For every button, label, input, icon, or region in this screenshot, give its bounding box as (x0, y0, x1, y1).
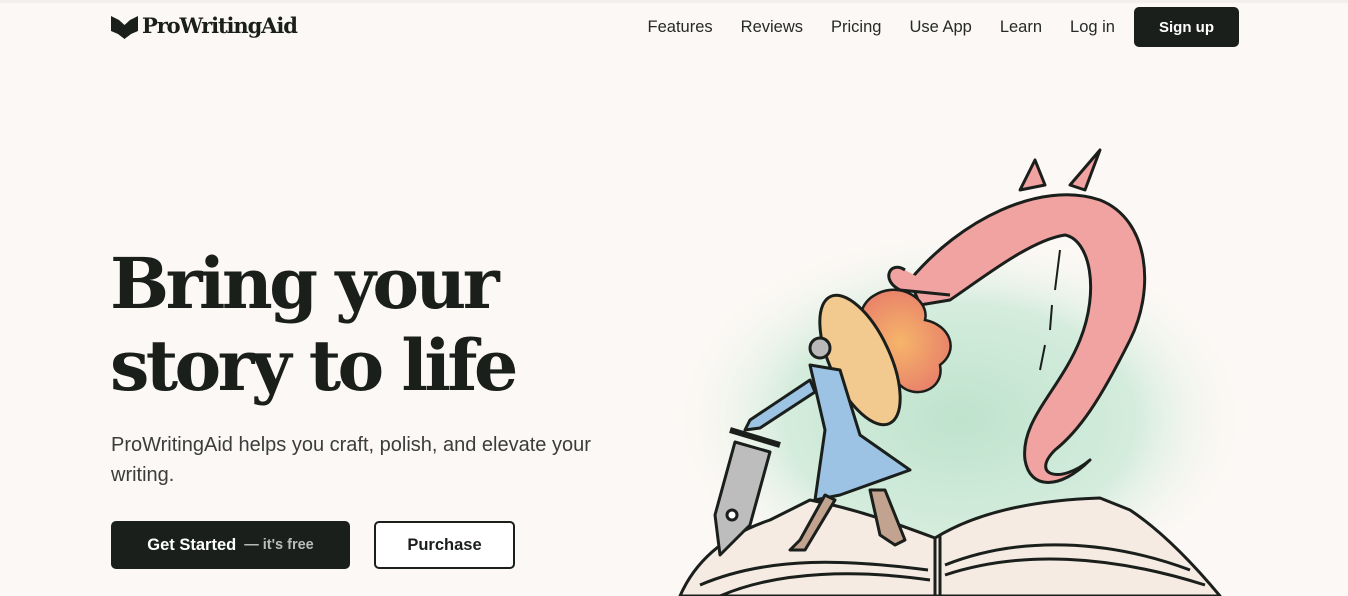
site-header: ProWritingAid Features Reviews Pricing U… (0, 0, 1348, 54)
get-started-label: Get Started (147, 535, 237, 554)
nav-link-features[interactable]: Features (648, 7, 713, 47)
nav-link-reviews[interactable]: Reviews (741, 7, 803, 47)
cta-row: Get Started — it's free Purchase (111, 521, 515, 569)
open-book-icon (111, 14, 138, 39)
hero-title-line-1: Bring your (110, 242, 500, 325)
sign-up-button[interactable]: Sign up (1134, 7, 1239, 47)
knight-dragon-illustration (670, 148, 1250, 596)
main-nav: Features Reviews Pricing Use App Learn L… (648, 7, 1239, 47)
hero-title: Bring your story to life (110, 243, 670, 407)
brand-name: ProWritingAid (142, 13, 298, 38)
nav-link-learn[interactable]: Learn (1000, 7, 1042, 47)
purchase-button[interactable]: Purchase (374, 521, 515, 569)
hero-illustration (660, 130, 1260, 596)
brand-logo[interactable]: ProWritingAid (111, 13, 298, 39)
nav-link-log-in[interactable]: Log in (1070, 7, 1115, 47)
nav-link-pricing[interactable]: Pricing (831, 7, 881, 47)
get-started-free-note: — it's free (244, 537, 314, 553)
hero-subtitle: ProWritingAid helps you craft, polish, a… (111, 434, 591, 486)
nav-link-use-app[interactable]: Use App (909, 7, 971, 47)
hero-title-line-2: story to life (110, 324, 518, 407)
get-started-button[interactable]: Get Started — it's free (111, 521, 350, 569)
